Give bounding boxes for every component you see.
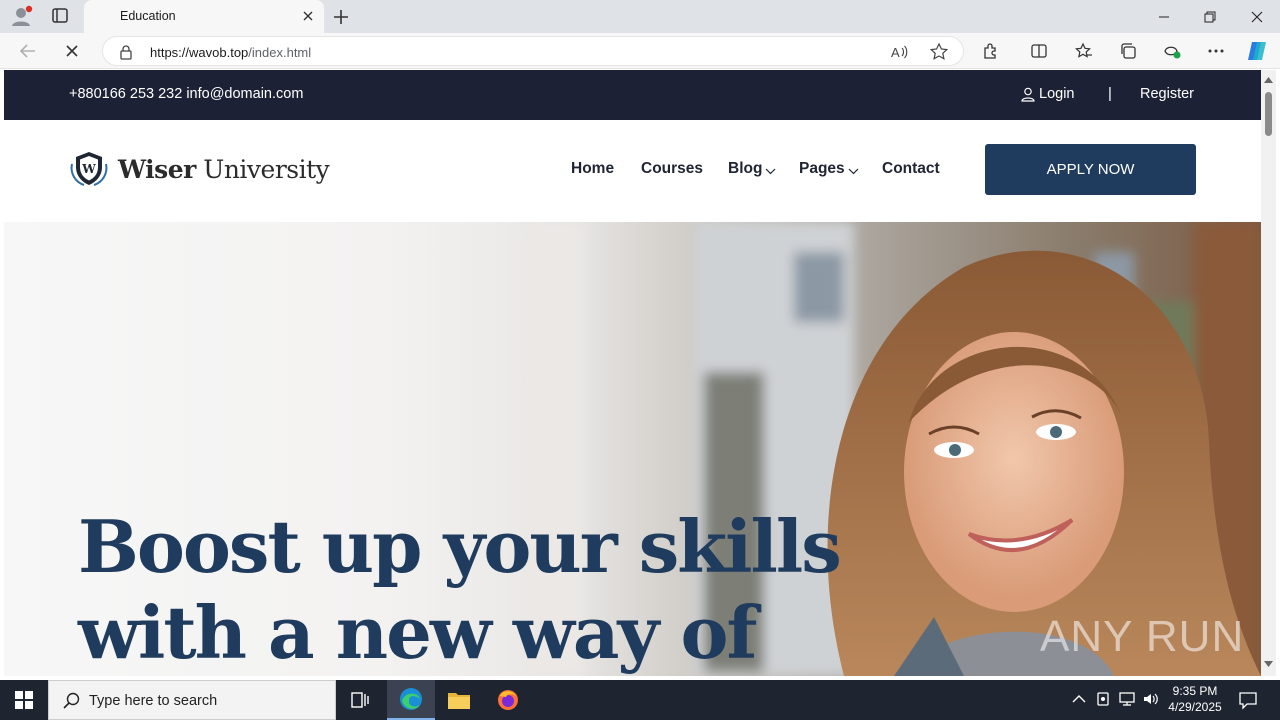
logo-wordmark: Wiser University (118, 154, 330, 184)
nav-pages-label: Pages (799, 160, 845, 177)
browser-tab-bar: Education (0, 0, 1280, 33)
nav-blog-label: Blog (728, 160, 763, 177)
network-icon[interactable] (1118, 690, 1136, 708)
taskbar-search-box[interactable]: Type here to search (48, 680, 336, 720)
university-crest-icon: W (70, 152, 108, 186)
volume-icon[interactable] (1142, 690, 1160, 708)
hero-heading: Boost up your skills with a new way of (78, 504, 842, 676)
extensions-icon[interactable] (979, 39, 1003, 63)
stop-loading-icon[interactable] (58, 39, 86, 63)
site-topbar: +880166 253 232 info@domain.com Login | … (4, 70, 1261, 120)
chevron-down-icon (766, 168, 776, 174)
copilot-icon[interactable] (1245, 39, 1269, 63)
hero-banner: Boost up your skills with a new way of A… (4, 222, 1261, 676)
clock-time: 9:35 PM (1172, 684, 1218, 698)
read-aloud-icon[interactable]: A (889, 42, 909, 62)
profile-icon[interactable] (10, 5, 34, 27)
favorite-star-icon[interactable] (929, 42, 949, 62)
contact-info: +880166 253 232 info@domain.com (69, 86, 304, 102)
address-toolbar: https://wavob.top/index.html A (0, 33, 1280, 69)
hero-heading-line2: with a new way of (78, 590, 757, 675)
device-icon[interactable] (1094, 690, 1112, 708)
firefox-icon[interactable] (484, 680, 532, 720)
windows-taskbar: Type here to search 9:35 PM 4/29/2025 (0, 680, 1280, 720)
user-icon (1021, 87, 1035, 102)
restore-icon[interactable] (1187, 0, 1233, 33)
windows-start-icon[interactable] (0, 680, 48, 720)
login-label: Login (1039, 86, 1075, 102)
nav-blog[interactable]: Blog (728, 160, 776, 178)
login-link[interactable]: Login (1021, 86, 1074, 102)
site-logo[interactable]: W Wiser University (68, 150, 330, 188)
file-explorer-icon[interactable] (435, 680, 483, 720)
favorites-icon[interactable] (1072, 39, 1096, 63)
tab-title: Education (120, 9, 176, 23)
system-clock[interactable]: 9:35 PM 4/29/2025 (1160, 683, 1230, 715)
scroll-up-arrow-icon[interactable] (1264, 76, 1273, 84)
svg-text:A: A (891, 45, 900, 60)
search-placeholder: Type here to search (89, 693, 218, 709)
collections-icon[interactable] (1116, 39, 1140, 63)
url-text[interactable]: https://wavob.top/index.html (150, 45, 311, 60)
chevron-down-icon (848, 168, 859, 174)
scroll-down-arrow-icon[interactable] (1264, 660, 1273, 668)
url-bar[interactable]: https://wavob.top/index.html A (102, 36, 964, 66)
nav-contact[interactable]: Contact (882, 160, 940, 178)
scrollbar-thumb[interactable] (1265, 92, 1272, 136)
minimize-icon[interactable] (1141, 0, 1187, 33)
browser-essentials-icon[interactable] (1160, 39, 1184, 63)
new-tab-icon[interactable] (330, 6, 352, 28)
split-screen-icon[interactable] (1027, 39, 1051, 63)
topbar-separator: | (1108, 85, 1112, 102)
nav-courses[interactable]: Courses (641, 160, 703, 178)
clock-date: 4/29/2025 (1168, 700, 1222, 714)
more-menu-icon[interactable] (1204, 39, 1228, 63)
close-window-icon[interactable] (1234, 0, 1280, 33)
page-scrollbar[interactable] (1261, 70, 1276, 676)
close-icon[interactable] (300, 8, 316, 24)
web-page: +880166 253 232 info@domain.com Login | … (4, 70, 1261, 676)
anyrun-watermark: ANY RUN (1040, 612, 1245, 661)
tab-education[interactable]: Education (84, 0, 324, 33)
back-arrow-icon[interactable] (14, 39, 42, 63)
apply-now-button[interactable]: APPLY NOW (985, 144, 1196, 195)
chevron-up-icon[interactable] (1070, 690, 1088, 708)
nav-home[interactable]: Home (571, 160, 614, 178)
svg-text:W: W (81, 162, 96, 176)
register-link[interactable]: Register (1140, 86, 1194, 102)
search-icon (63, 692, 80, 709)
hero-heading-line1: Boost up your skills (78, 504, 842, 589)
edge-taskbar-icon[interactable] (387, 680, 435, 720)
task-view-icon[interactable] (336, 680, 384, 720)
tab-actions-icon[interactable] (48, 5, 72, 27)
lock-icon[interactable] (119, 44, 133, 60)
notification-icon[interactable] (1238, 690, 1258, 710)
nav-pages[interactable]: Pages (799, 160, 859, 178)
site-header: W Wiser University Home Courses Blog Pag… (4, 120, 1261, 222)
